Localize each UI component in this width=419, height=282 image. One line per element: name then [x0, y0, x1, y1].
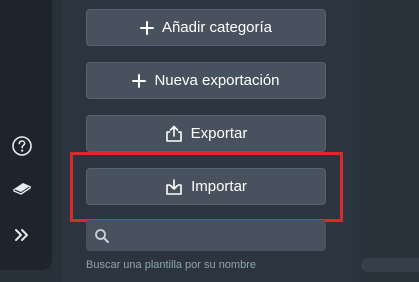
search-icon [94, 228, 110, 244]
right-panel [359, 0, 419, 282]
new-export-label: Nueva exportación [154, 72, 280, 89]
plus-icon [132, 73, 147, 88]
search-hint-text: Buscar una plantilla por su nombre [86, 259, 256, 271]
add-category-button[interactable]: Añadir categoría [86, 9, 326, 46]
left-sidebar [0, 0, 52, 270]
upload-icon [165, 125, 183, 143]
template-search-input[interactable] [110, 228, 326, 243]
double-chevron-right-icon[interactable] [11, 224, 33, 246]
template-search-box[interactable] [86, 220, 326, 251]
export-label: Exportar [190, 125, 248, 142]
add-category-label: Añadir categoría [161, 19, 273, 36]
plus-icon [139, 20, 154, 35]
book-icon[interactable] [11, 176, 33, 198]
right-panel-scroll-bar[interactable] [361, 258, 419, 272]
help-circle-icon[interactable] [11, 135, 33, 157]
new-export-button[interactable]: Nueva exportación [86, 62, 326, 99]
import-highlight-box [70, 152, 343, 222]
export-button[interactable]: Exportar [86, 115, 326, 152]
